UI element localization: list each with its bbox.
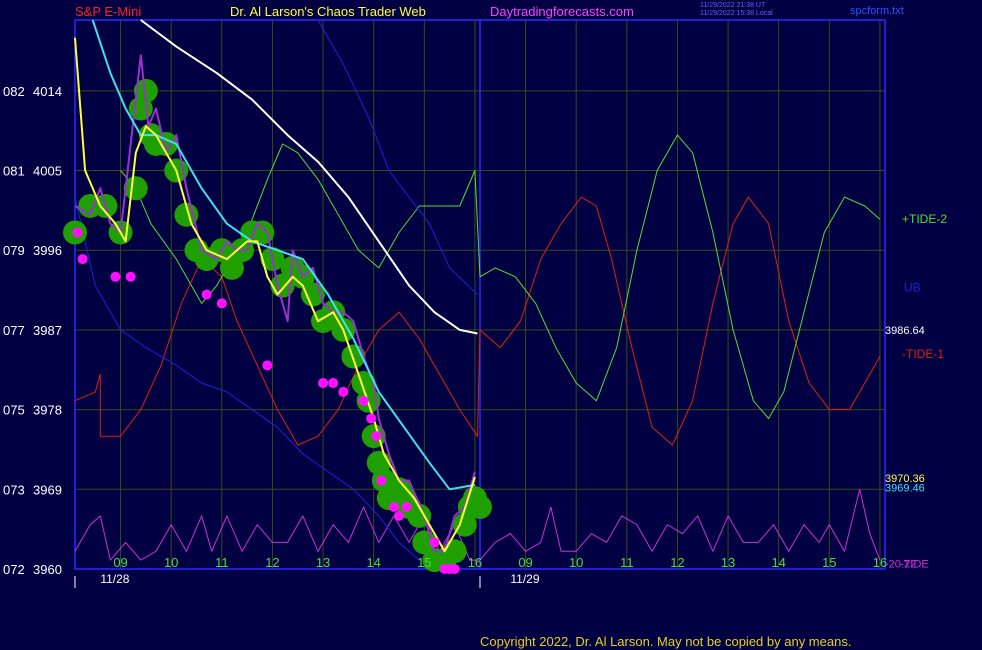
y-tick-code: 072 (3, 562, 25, 577)
date-label: 11/28 (100, 572, 129, 586)
instrument-title: S&P E-Mini (75, 4, 142, 19)
marker-point (366, 413, 377, 424)
x-tick-label: 09 (113, 555, 127, 570)
y-tick-label: 3996 (33, 243, 62, 258)
y-tick-label: 4005 (33, 164, 62, 179)
x-tick-label: 14 (771, 555, 785, 570)
site-title: Dr. Al Larson's Chaos Trader Web (230, 4, 426, 19)
y-tick-code: 073 (3, 482, 25, 497)
marker-point (338, 386, 349, 397)
marker-point (125, 271, 136, 282)
x-tick-label: 12 (265, 555, 279, 570)
y-tick-code: 075 (3, 403, 25, 418)
x-tick-label: 13 (316, 555, 330, 570)
y-tick-code: 082 (3, 84, 25, 99)
marker-point (394, 510, 404, 521)
y-tick-code: 079 (3, 243, 25, 258)
right-label: +TIDE-2 (902, 212, 947, 226)
marker-point (328, 378, 339, 389)
marker-point (72, 227, 83, 238)
y-tick-label: 4014 (33, 84, 62, 99)
x-tick-label: 16 (468, 555, 482, 570)
right-label: UB (904, 280, 921, 294)
y-tick-label: 3969 (33, 482, 62, 497)
marker-point (262, 360, 273, 371)
marker-point (429, 537, 440, 548)
series-price (74, 54, 476, 553)
x-tick-label: 10 (164, 555, 178, 570)
y-tick-label: 3978 (33, 403, 62, 418)
marker-point (77, 254, 88, 265)
timestamp-utc: 11/29/2022 21:38 UT (700, 2, 766, 9)
marker-point (401, 502, 412, 513)
file-name: spcform.txt (850, 5, 904, 17)
x-tick-label: 14 (366, 555, 380, 570)
right-label: -TIDE-1 (902, 347, 944, 361)
x-tick-label: 15 (822, 555, 836, 570)
right-label: 3969.46 (885, 483, 925, 495)
x-tick-label: 10 (569, 555, 583, 570)
marker-point (216, 298, 227, 309)
right-label: 3986.64 (885, 325, 925, 337)
marker-point (110, 271, 121, 282)
y-tick-label: 3960 (33, 562, 62, 577)
timestamp-local: 11/29/2022 15:38 Local (700, 10, 773, 17)
site-url[interactable]: Daytradingforecasts.com (490, 4, 634, 19)
x-tick-label: 15 (417, 555, 431, 570)
marker-point (388, 502, 399, 513)
y-tick-code: 081 (3, 164, 25, 179)
x-tick-label: 09 (518, 555, 532, 570)
halo-point (468, 495, 492, 520)
copyright-notice: Copyright 2022, Dr. Al Larson. May not b… (480, 634, 852, 649)
marker-point (201, 289, 212, 300)
y-tick-label: 3987 (33, 323, 62, 338)
marker-point (371, 431, 382, 442)
marker-point (318, 378, 329, 389)
y-tick-code: 077 (3, 323, 25, 338)
right-label: -TIDE (900, 559, 929, 571)
marker-point (376, 475, 387, 486)
chart-canvas: 072 3960 073 3969 075 3978 077 3987 079 3996 081 40… (3, 19, 947, 588)
x-tick-label: 13 (721, 555, 735, 570)
date-label: 11/29 (510, 572, 539, 586)
series-upper_band (317, 19, 478, 295)
x-tick-label: 12 (670, 555, 684, 570)
marker-point (358, 395, 369, 406)
marker-point (449, 564, 460, 574)
x-tick-label: 11 (215, 555, 229, 570)
x-tick-label: 11 (620, 555, 634, 570)
